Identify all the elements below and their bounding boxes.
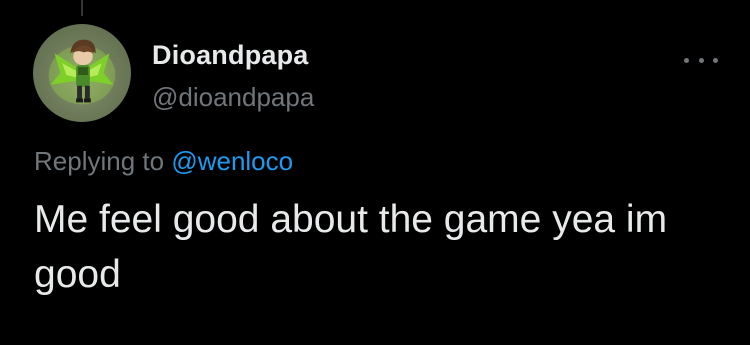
display-name[interactable]: Dioandpapa xyxy=(152,40,309,71)
tweet[interactable]: Dioandpapa @dioandpapa Replying to @wenl… xyxy=(0,0,750,345)
replying-to-line: Replying to @wenloco xyxy=(34,146,293,177)
avatar[interactable] xyxy=(33,24,131,122)
thread-connector-line xyxy=(81,0,83,16)
replying-to-label: Replying to xyxy=(34,146,172,176)
replying-to-mention-link[interactable]: @wenloco xyxy=(171,146,293,176)
tweet-text: Me feel good about the game yea im good xyxy=(34,198,668,296)
user-handle[interactable]: @dioandpapa xyxy=(152,82,314,113)
more-options-button[interactable] xyxy=(684,50,718,70)
character-avatar-icon xyxy=(48,39,116,105)
more-horizontal-icon xyxy=(713,57,718,63)
more-horizontal-icon xyxy=(698,57,704,63)
more-horizontal-icon xyxy=(684,57,689,63)
